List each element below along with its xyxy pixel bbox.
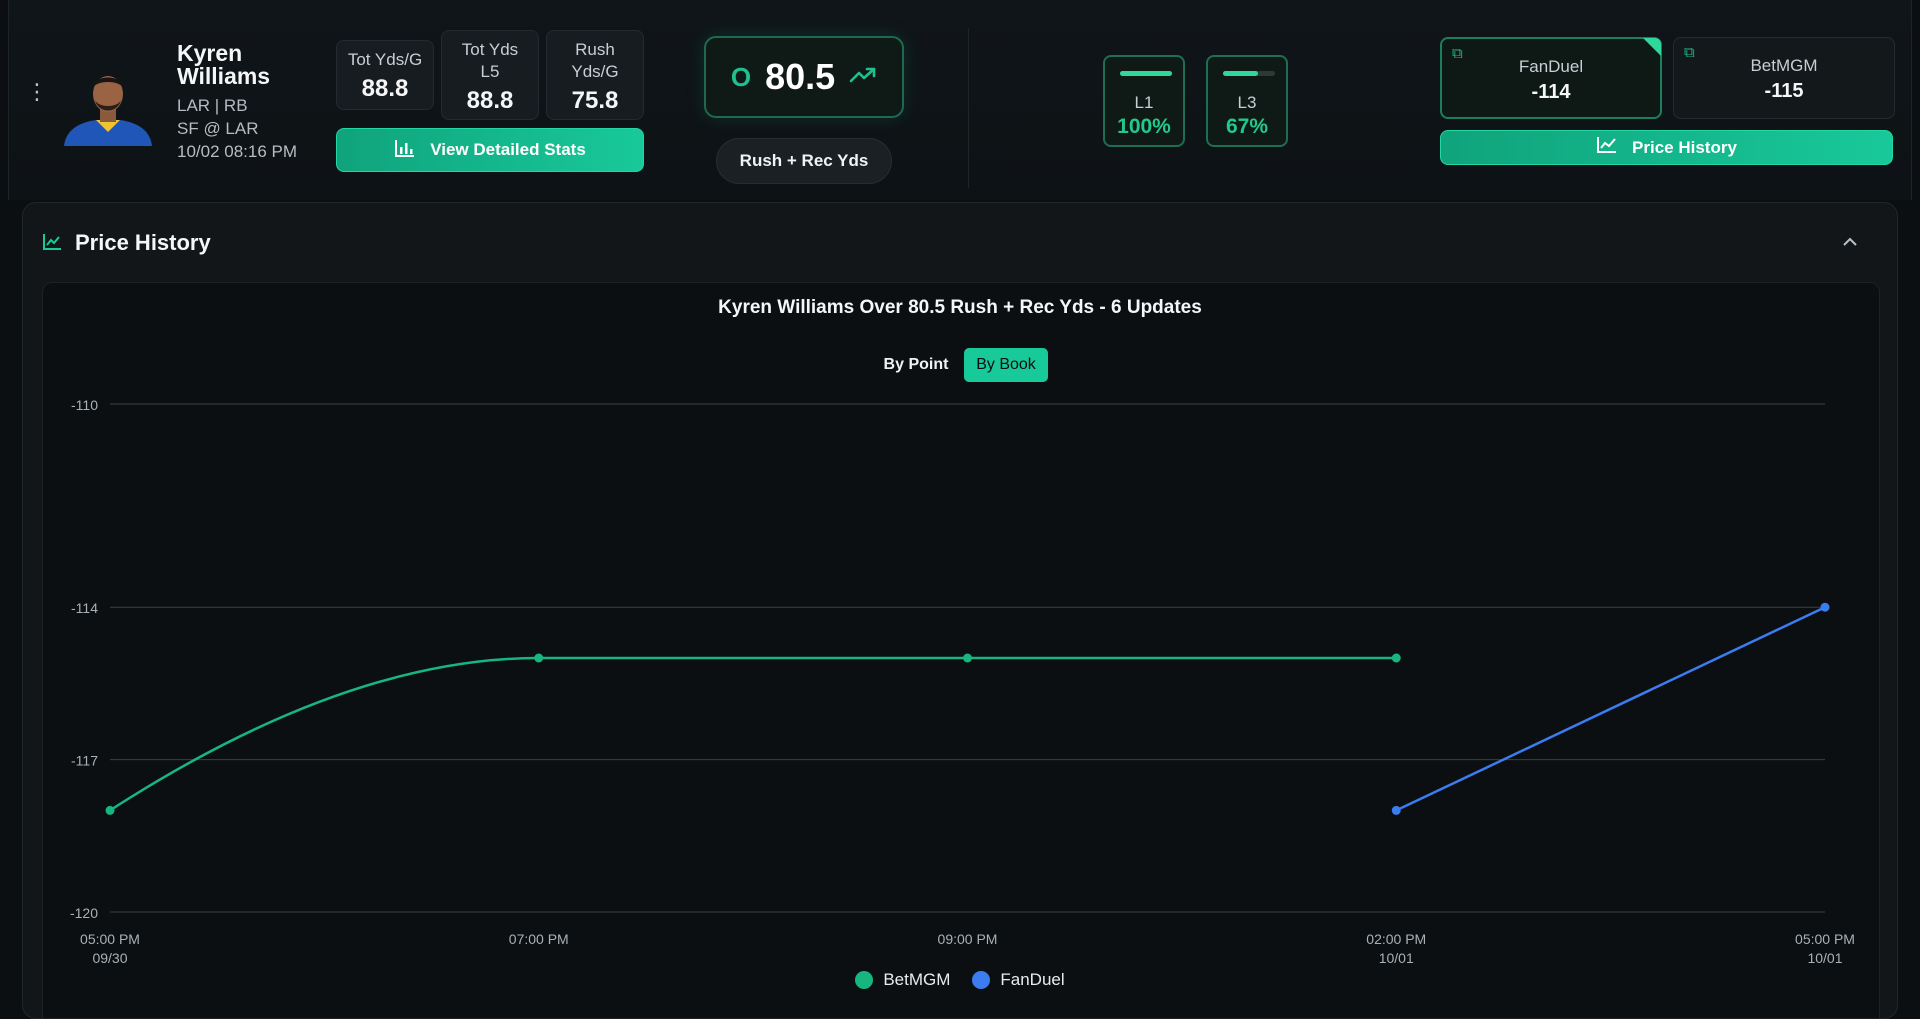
stat-value: 88.8 [361, 75, 409, 102]
hit-rate-pct: 67% [1225, 115, 1269, 138]
stat-label: Rush Yds/G [571, 40, 619, 81]
hit-rate-bar [1223, 71, 1275, 76]
stat-rush-yds-g: Rush Yds/G 75.8 [546, 30, 644, 120]
line-chart-icon [42, 233, 62, 256]
by-book-toggle[interactable]: By Book [964, 348, 1048, 382]
hit-rate-l1: L1 100% [1103, 55, 1185, 147]
stat-label: Tot Yds/G [347, 50, 423, 69]
game-datetime: 10/02 08:16 PM [177, 142, 298, 161]
hit-rate-bar [1120, 71, 1172, 76]
market-label[interactable]: Rush + Rec Yds [716, 138, 892, 184]
player-avatar [60, 62, 156, 146]
stat-value: 75.8 [571, 87, 619, 114]
chart-title: Kyren Williams Over 80.5 Rush + Rec Yds … [718, 297, 1202, 318]
legend-label: BetMGM [883, 970, 951, 989]
by-point-toggle[interactable]: By Point [876, 348, 956, 382]
external-link-icon[interactable]: ⧉ [1684, 44, 1695, 61]
panel-title: Price History [75, 230, 211, 255]
stat-tot-yds-l5: Tot Yds L5 88.8 [441, 30, 539, 120]
chart-legend: BetMGM FanDuel [0, 970, 1920, 990]
team-position: LAR | RB [177, 96, 248, 115]
book-fanduel[interactable]: ⧉ FanDuel -114 [1440, 37, 1662, 119]
player-name: Kyren Williams [177, 40, 271, 89]
divider [968, 28, 969, 188]
over-under-indicator: O [730, 61, 752, 92]
hit-rate-label: L1 [1134, 93, 1154, 112]
legend-swatch [855, 971, 874, 989]
price-history-button[interactable]: Price History [1440, 130, 1893, 165]
view-detailed-stats-button[interactable]: View Detailed Stats [336, 128, 644, 172]
book-odds: -115 [1764, 80, 1804, 102]
bar-chart-icon [394, 138, 416, 163]
legend-label: FanDuel [1000, 970, 1065, 989]
selected-corner [1643, 38, 1661, 56]
legend-swatch [972, 971, 991, 989]
more-options-icon[interactable]: ⋮ [26, 81, 48, 112]
price-history-label: Price History [1632, 137, 1737, 157]
trending-up-icon [849, 66, 877, 89]
legend-fanduel[interactable]: FanDuel [972, 970, 1065, 990]
view-detailed-stats-label: View Detailed Stats [430, 140, 586, 159]
player-meta: LAR | RB SF @ LAR 10/02 08:16 PM [177, 94, 297, 163]
book-name: BetMGM [1750, 56, 1818, 75]
stat-label: Tot Yds L5 [461, 40, 519, 81]
chart-card [42, 282, 1880, 1019]
stat-value: 88.8 [466, 87, 514, 114]
line-chart-icon [1596, 136, 1618, 159]
chevron-up-icon[interactable] [1842, 234, 1858, 252]
book-odds: -114 [1531, 81, 1571, 103]
stat-tot-yds-g: Tot Yds/G 88.8 [336, 40, 434, 110]
hit-rate-pct: 100% [1117, 115, 1171, 138]
hit-rate-l3: L3 67% [1206, 55, 1288, 147]
legend-betmgm[interactable]: BetMGM [855, 970, 950, 990]
book-name: FanDuel [1518, 57, 1584, 76]
external-link-icon[interactable]: ⧉ [1452, 45, 1463, 62]
book-betmgm[interactable]: ⧉ BetMGM -115 [1673, 37, 1895, 119]
line-value: 80.5 [765, 56, 836, 97]
hit-rate-label: L3 [1237, 93, 1257, 112]
matchup: SF @ LAR [177, 119, 259, 138]
line-display[interactable]: O 80.5 [704, 36, 904, 118]
